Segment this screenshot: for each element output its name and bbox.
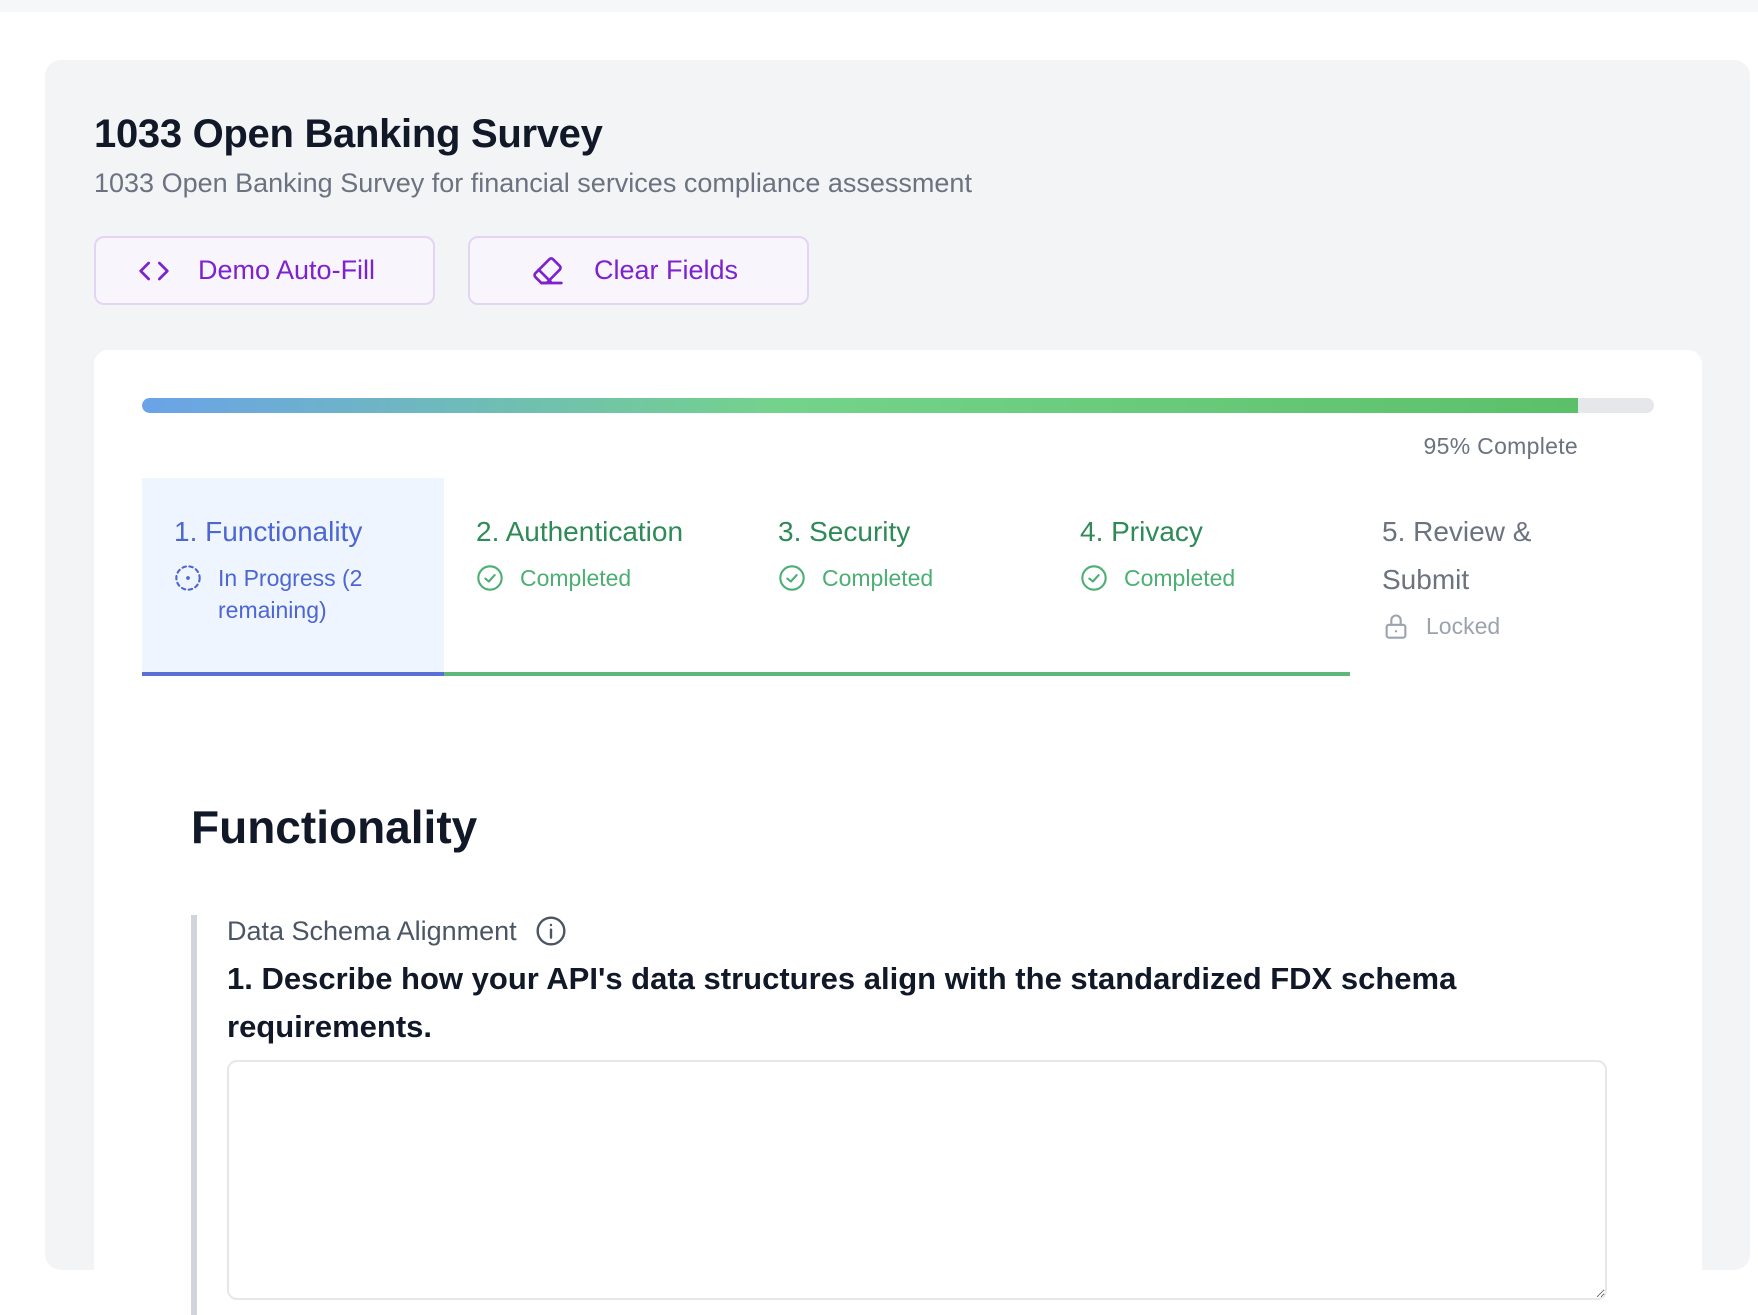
tab-functionality[interactable]: 1. Functionality In Progress (2 remainin…: [142, 478, 444, 676]
page-subtitle: 1033 Open Banking Survey for financial s…: [94, 168, 972, 198]
demo-autofill-label: Demo Auto-Fill: [198, 255, 376, 285]
progress-label: 95% Complete: [1423, 433, 1578, 459]
survey-card: 95% Complete 1. Functionality In Progres…: [94, 350, 1702, 1315]
tab-authentication-label: 2. Authentication: [476, 516, 684, 547]
question-topic: Data Schema Alignment: [227, 915, 567, 947]
lock-icon: [1385, 614, 1407, 639]
question-text: 1. Describe how your API's data structur…: [227, 961, 1457, 1044]
section-title: Functionality: [191, 801, 478, 853]
page-title: 1033 Open Banking Survey: [94, 112, 603, 156]
progress-bar: [142, 398, 1654, 413]
tab-review-submit-label: 5. Review & Submit: [1382, 516, 1532, 595]
tab-functionality-label: 1. Functionality: [174, 516, 363, 547]
top-bar: [0, 0, 1758, 12]
clear-fields-button[interactable]: Clear Fields: [468, 236, 809, 305]
demo-autofill-button[interactable]: Demo Auto-Fill: [94, 236, 435, 305]
info-icon[interactable]: [535, 915, 567, 947]
code-icon: [134, 251, 174, 291]
tab-privacy-status: Completed: [1080, 562, 1350, 594]
tab-security[interactable]: 3. Security Completed: [746, 478, 1048, 676]
tab-security-label: 3. Security: [778, 516, 911, 547]
tab-review-submit-status-text: Locked: [1426, 613, 1501, 639]
tab-authentication-status-text: Completed: [520, 565, 632, 591]
progress-circle-icon: [175, 565, 201, 591]
tab-privacy-label: 4. Privacy: [1080, 516, 1203, 547]
tab-authentication[interactable]: 2. Authentication Completed: [444, 478, 746, 676]
eraser-icon: [528, 251, 568, 291]
tab-authentication-status: Completed: [476, 562, 746, 594]
tab-privacy-status-text: Completed: [1124, 565, 1236, 591]
progress-bar-fill: [142, 398, 1579, 413]
tab-privacy[interactable]: 4. Privacy Completed: [1048, 478, 1350, 676]
tab-review-submit-status: Locked: [1382, 610, 1590, 642]
question-topic-label: Data Schema Alignment: [227, 915, 517, 946]
survey-panel: 1033 Open Banking Survey 1033 Open Banki…: [45, 60, 1750, 1315]
check-circle-icon: [1081, 565, 1107, 591]
tab-review-submit: 5. Review & Submit Locked: [1350, 478, 1590, 676]
tab-security-status-text: Completed: [822, 565, 934, 591]
tab-functionality-status-text: In Progress (2 remaining): [218, 565, 363, 623]
tab-security-status: Completed: [778, 562, 1048, 594]
check-circle-icon: [779, 565, 805, 591]
question-block: Data Schema Alignment 1. Describe how yo…: [191, 915, 1647, 1315]
clear-fields-label: Clear Fields: [594, 255, 739, 285]
section-tabs: 1. Functionality In Progress (2 remainin…: [142, 478, 1654, 676]
answer-textarea[interactable]: [227, 1060, 1607, 1300]
check-circle-icon: [477, 565, 503, 591]
tab-functionality-status: In Progress (2 remaining): [174, 562, 444, 626]
